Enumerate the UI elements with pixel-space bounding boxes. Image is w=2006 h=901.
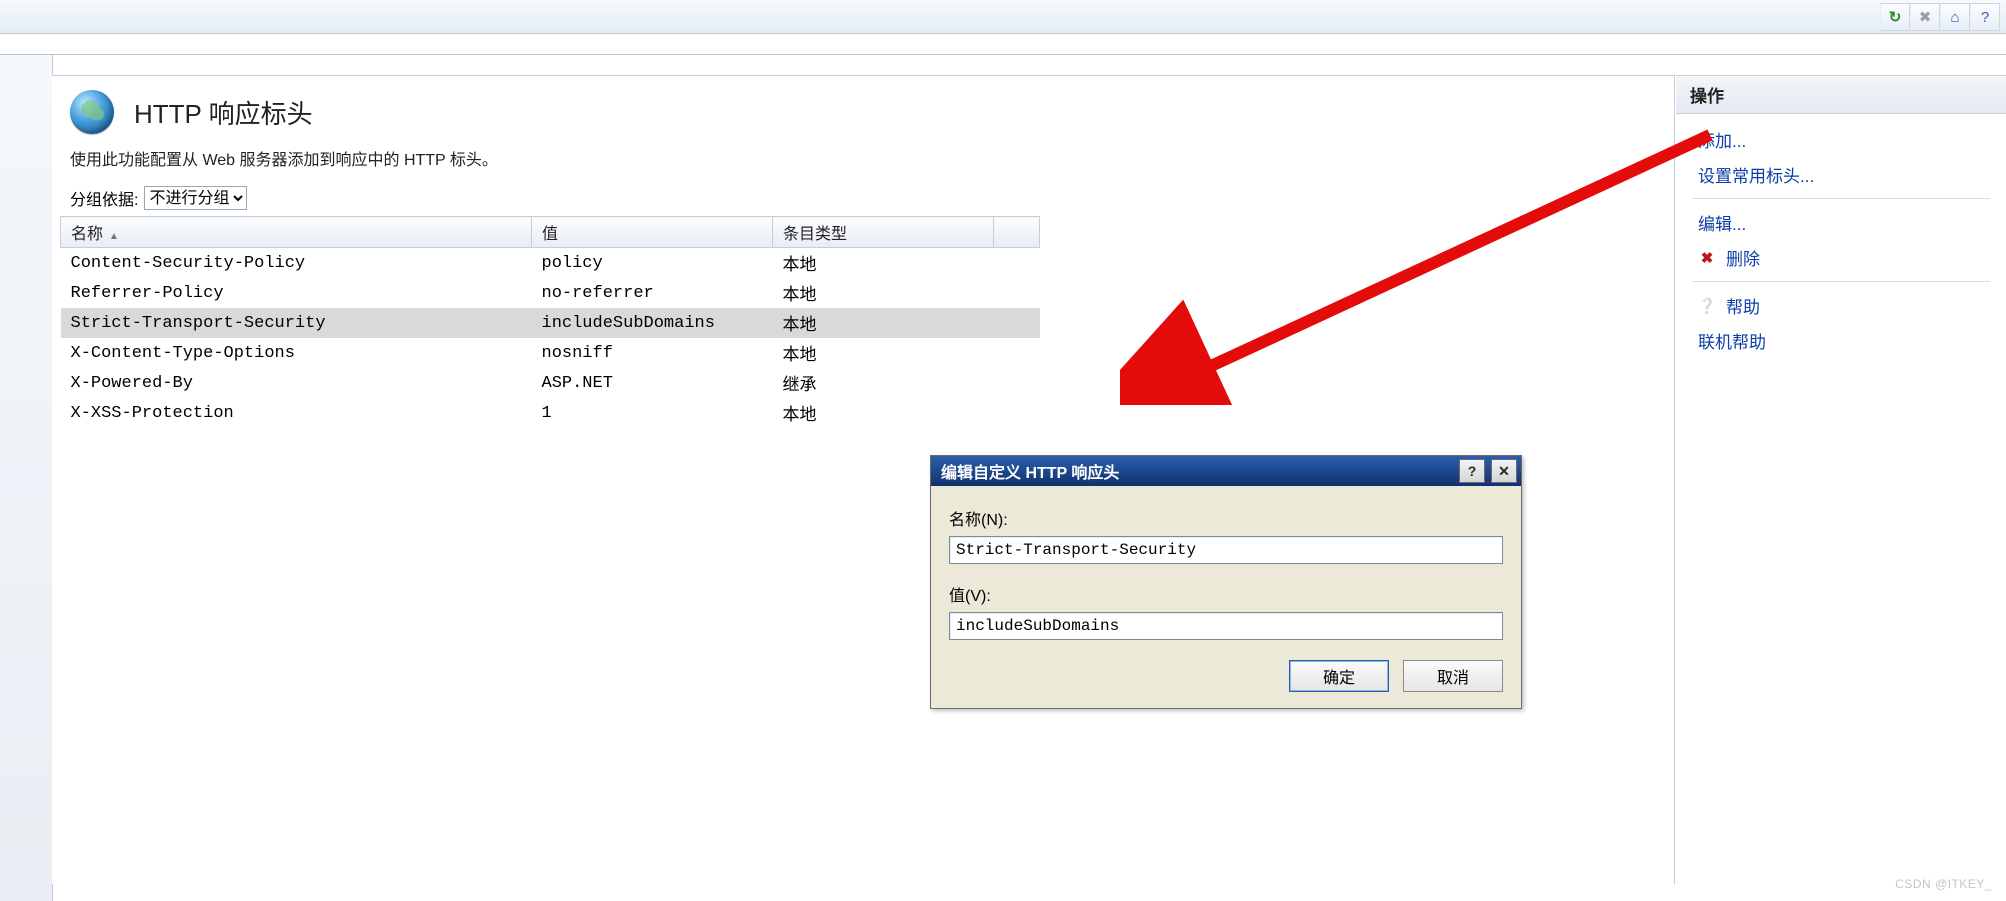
left-gutter [0, 55, 53, 901]
action-add-label: 添加... [1698, 127, 1746, 152]
headers-table: 名称 值 条目类型 Content-Security-Policypolicy本… [60, 216, 1040, 428]
value-field-label: 值(V): [949, 582, 1503, 606]
cell-name: X-XSS-Protection [61, 398, 532, 428]
close-icon: ✕ [1498, 463, 1510, 480]
table-row[interactable]: Content-Security-Policypolicy本地 [61, 248, 1040, 279]
cell-type: 继承 [773, 368, 994, 398]
help-icon: ? [1981, 9, 1989, 26]
value-field[interactable] [949, 612, 1503, 640]
table-row[interactable]: X-Powered-ByASP.NET继承 [61, 368, 1040, 398]
ok-button[interactable]: 确定 [1289, 660, 1389, 692]
cell-value: 1 [532, 398, 773, 428]
action-online-help[interactable]: 联机帮助 [1682, 323, 2000, 358]
cell-value: nosniff [532, 338, 773, 368]
action-set-common-label: 设置常用标头... [1698, 162, 1814, 187]
group-by-select[interactable]: 不进行分组 [144, 186, 247, 210]
cell-value: no-referrer [532, 278, 773, 308]
globe-icon [70, 90, 114, 134]
cell-name: Strict-Transport-Security [61, 308, 532, 338]
column-spacer [994, 217, 1040, 248]
cell-spacer [994, 338, 1040, 368]
cell-type: 本地 [773, 278, 994, 308]
dialog-titlebar[interactable]: 编辑自定义 HTTP 响应头 ? ✕ [931, 456, 1521, 486]
cell-name: Content-Security-Policy [61, 248, 532, 279]
action-set-common[interactable]: 设置常用标头... [1682, 157, 2000, 192]
cell-type: 本地 [773, 248, 994, 279]
group-by-row: 分组依据: 不进行分组 [52, 186, 1674, 216]
stop-icon: ✖ [1919, 8, 1932, 26]
stop-button[interactable]: ✖ [1910, 3, 1940, 31]
actions-panel: 操作 添加... 设置常用标头... 编辑... ✖ 删除 ❔ 帮助 联机帮助 [1676, 75, 2006, 884]
action-add[interactable]: 添加... [1682, 122, 2000, 157]
action-delete[interactable]: ✖ 删除 [1682, 240, 2000, 275]
refresh-icon: ↻ [1889, 8, 1902, 26]
edit-header-dialog: 编辑自定义 HTTP 响应头 ? ✕ 名称(N): 值(V): 确定 取消 [930, 455, 1522, 709]
action-edit[interactable]: 编辑... [1682, 205, 2000, 240]
refresh-button[interactable]: ↻ [1880, 3, 1910, 31]
cell-spacer [994, 398, 1040, 428]
question-icon: ? [1468, 463, 1477, 479]
watermark: CSDN @ITKEY_ [1895, 877, 1992, 891]
column-value[interactable]: 值 [532, 217, 773, 248]
actions-title: 操作 [1676, 76, 2006, 114]
action-edit-label: 编辑... [1698, 210, 1746, 235]
group-by-label: 分组依据: [70, 186, 138, 210]
cell-spacer [994, 308, 1040, 338]
cell-name: X-Content-Type-Options [61, 338, 532, 368]
column-type[interactable]: 条目类型 [773, 217, 994, 248]
cell-value: ASP.NET [532, 368, 773, 398]
separator [1692, 281, 1990, 282]
window-toolbar: ↻ ✖ ⌂ ? [0, 0, 2006, 34]
table-row[interactable]: X-Content-Type-Optionsnosniff本地 [61, 338, 1040, 368]
cell-type: 本地 [773, 338, 994, 368]
home-icon: ⌂ [1950, 9, 1959, 26]
separator [1692, 198, 1990, 199]
action-help-label: 帮助 [1726, 293, 1760, 318]
table-row[interactable]: X-XSS-Protection1本地 [61, 398, 1040, 428]
cell-name: Referrer-Policy [61, 278, 532, 308]
cell-type: 本地 [773, 308, 994, 338]
table-header-row: 名称 值 条目类型 [61, 217, 1040, 248]
page-title: HTTP 响应标头 [134, 94, 313, 131]
table-row[interactable]: Strict-Transport-SecurityincludeSubDomai… [61, 308, 1040, 338]
cell-spacer [994, 248, 1040, 279]
cell-value: policy [532, 248, 773, 279]
cell-name: X-Powered-By [61, 368, 532, 398]
delete-icon: ✖ [1698, 249, 1716, 267]
content-frame: HTTP 响应标头 使用此功能配置从 Web 服务器添加到响应中的 HTTP 标… [0, 54, 2006, 901]
column-name[interactable]: 名称 [61, 217, 532, 248]
help-icon: ❔ [1698, 297, 1716, 315]
name-field-label: 名称(N): [949, 506, 1503, 530]
dialog-title: 编辑自定义 HTTP 响应头 [941, 459, 1453, 483]
dialog-help-button[interactable]: ? [1459, 459, 1485, 483]
action-online-help-label: 联机帮助 [1698, 328, 1766, 353]
name-field[interactable] [949, 536, 1503, 564]
action-delete-label: 删除 [1726, 245, 1760, 270]
toolbar-help-button[interactable]: ? [1970, 3, 2000, 31]
home-button[interactable]: ⌂ [1940, 3, 1970, 31]
page-description: 使用此功能配置从 Web 服务器添加到响应中的 HTTP 标头。 [52, 140, 1674, 186]
cell-value: includeSubDomains [532, 308, 773, 338]
action-help[interactable]: ❔ 帮助 [1682, 288, 2000, 323]
cancel-button[interactable]: 取消 [1403, 660, 1503, 692]
dialog-close-button[interactable]: ✕ [1491, 459, 1517, 483]
cell-spacer [994, 278, 1040, 308]
cell-type: 本地 [773, 398, 994, 428]
table-row[interactable]: Referrer-Policyno-referrer本地 [61, 278, 1040, 308]
cell-spacer [994, 368, 1040, 398]
